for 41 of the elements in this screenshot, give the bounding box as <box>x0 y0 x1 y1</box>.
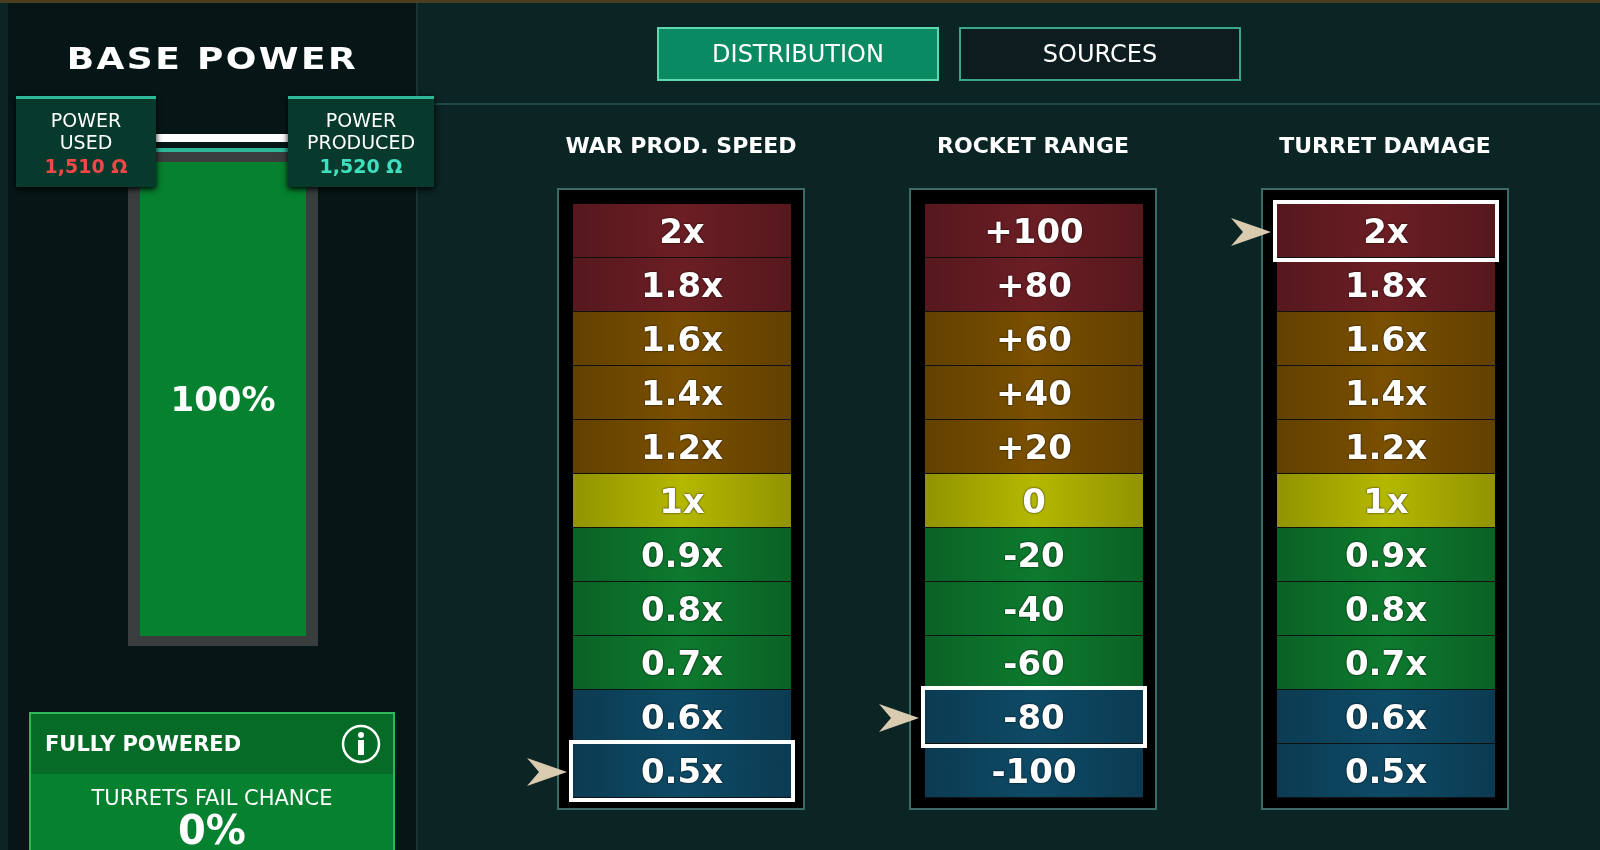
power-used-label: POWER USED <box>49 109 123 153</box>
level-option[interactable]: 1.2x <box>573 420 791 474</box>
level-option[interactable]: -20 <box>925 528 1143 582</box>
power-produced-value: 1,520 Ω <box>319 155 403 177</box>
level-option[interactable]: 1.2x <box>1277 420 1495 474</box>
level-option[interactable]: 1.4x <box>1277 366 1495 420</box>
level-option[interactable]: -40 <box>925 582 1143 636</box>
level-option[interactable]: 0.5x <box>1277 744 1495 798</box>
level-option[interactable]: +20 <box>925 420 1143 474</box>
power-used-value: 1,510 Ω <box>44 155 128 177</box>
power-percent: 100% <box>170 379 276 419</box>
level-option[interactable]: 1.6x <box>1277 312 1495 366</box>
level-option[interactable]: 1.4x <box>573 366 791 420</box>
level-option[interactable]: +40 <box>925 366 1143 420</box>
pointer-icon <box>525 756 569 788</box>
power-produced-label: POWER PRODUCED <box>305 109 417 153</box>
tab[interactable]: SOURCES <box>959 27 1241 81</box>
level-option[interactable]: 0.9x <box>573 528 791 582</box>
level-option[interactable]: +60 <box>925 312 1143 366</box>
column-title: WAR PROD. SPEED <box>565 133 797 158</box>
level-option[interactable]: 0.7x <box>573 636 791 690</box>
level-option[interactable]: +80 <box>925 258 1143 312</box>
fail-chance-value: 0% <box>178 810 246 850</box>
level-option[interactable]: 1.8x <box>573 258 791 312</box>
level-option[interactable]: 0.9x <box>1277 528 1495 582</box>
level-option[interactable]: 0.7x <box>1277 636 1495 690</box>
level-option[interactable]: 1.6x <box>573 312 791 366</box>
info-icon[interactable] <box>341 724 381 764</box>
column-title: TURRET DAMAGE <box>1279 133 1491 158</box>
pointer-icon <box>1229 216 1273 248</box>
status-title: FULLY POWERED <box>45 732 242 756</box>
level-option[interactable]: 0.6x <box>1277 690 1495 744</box>
level-option[interactable]: 0.8x <box>1277 582 1495 636</box>
level-option[interactable]: 0.8x <box>573 582 791 636</box>
panel-title: BASE POWER <box>66 41 358 76</box>
level-option[interactable]: +100 <box>925 204 1143 258</box>
column-title: ROCKET RANGE <box>937 133 1129 158</box>
fail-chance-label: TURRETS FAIL CHANCE <box>91 786 333 810</box>
level-option[interactable]: 2x <box>573 204 791 258</box>
tab[interactable]: DISTRIBUTION <box>657 27 939 81</box>
pointer-icon <box>877 702 921 734</box>
